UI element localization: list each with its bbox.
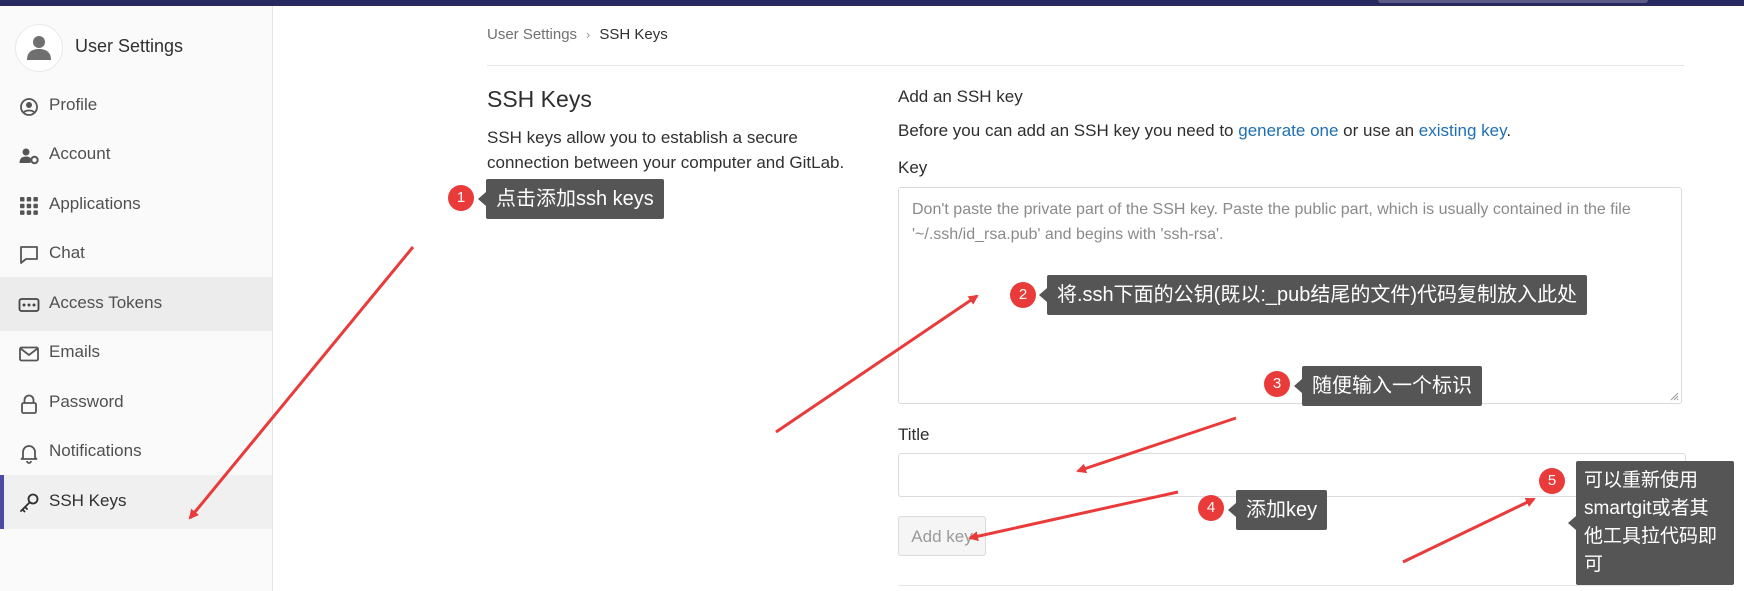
annotation-badge-2: 2 [1010, 282, 1036, 308]
annotation-arrow-5 [1402, 497, 1536, 564]
annotation-note-4: 添加key [1227, 490, 1328, 530]
annotation-badge-1: 1 [448, 185, 474, 211]
annotation-arrow-1 [188, 246, 415, 520]
annotation-note-2: 将.ssh下面的公钥(既以:_pub结尾的文件)代码复制放入此处 [1038, 275, 1588, 315]
annotation-badge-5: 5 [1539, 468, 1565, 494]
annotation-arrow-4 [968, 490, 1179, 542]
annotation-badge-4: 4 [1198, 495, 1224, 521]
annotation-arrow-3 [1076, 416, 1237, 474]
annotation-badge-3: 3 [1264, 371, 1290, 397]
annotation-note-5: 可以重新使用smartgit或者其他工具拉代码即可 [1568, 461, 1734, 585]
annotation-note-3: 随便输入一个标识 [1294, 366, 1482, 406]
annotation-note-1: 点击添加ssh keys [478, 179, 664, 219]
annotation-arrow-2 [775, 294, 979, 434]
